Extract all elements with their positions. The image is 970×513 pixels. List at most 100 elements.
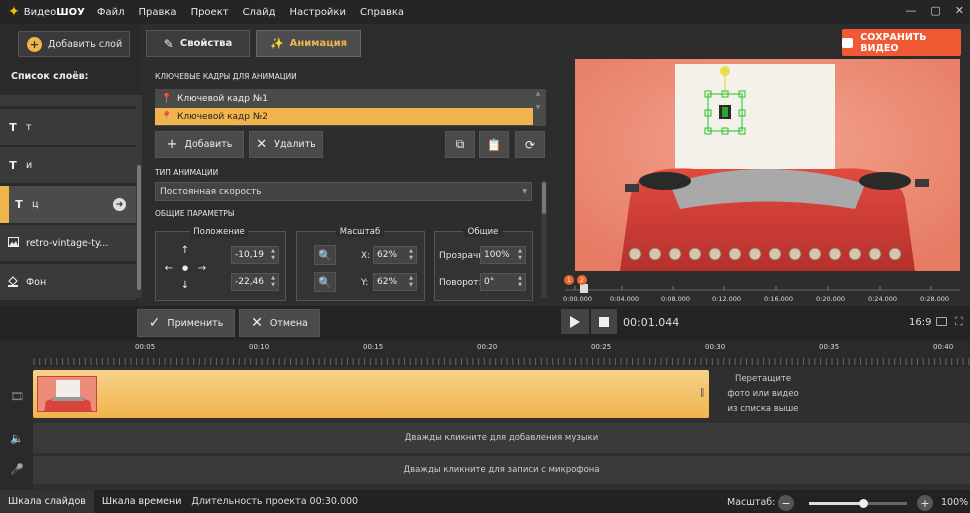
mic-track[interactable]: Дважды кликните для записи с микрофона <box>33 456 970 484</box>
menu-help[interactable]: Справка <box>360 7 404 18</box>
arrow-up-icon[interactable]: ↑ <box>178 243 192 257</box>
tab-animation-label: Анимация <box>289 38 348 49</box>
spinner-icon[interactable]: ▲ ▼ <box>409 248 413 262</box>
slide-thumbnail[interactable] <box>37 376 97 412</box>
timeline-ruler[interactable]: 00:05 00:10 00:15 00:20 00:25 00:30 00:3… <box>0 340 970 367</box>
anim-type-select[interactable]: Постоянная скорость ▼ <box>155 182 532 201</box>
tab-slide-scale[interactable]: Шкала слайдов <box>0 490 94 513</box>
arrow-down-icon[interactable]: ↓ <box>178 278 192 292</box>
speaker-icon: 🔈 <box>10 432 24 445</box>
clip-resize-handle[interactable]: ‖ <box>700 388 705 398</box>
spinner-icon[interactable]: ▲ ▼ <box>271 275 275 289</box>
arrow-left-icon[interactable]: ← <box>162 261 176 275</box>
zoom-in-button[interactable]: 🔍 <box>314 245 336 265</box>
zoom-slider-thumb[interactable] <box>858 499 868 508</box>
ruler-label: 00:10 <box>249 343 270 351</box>
pin-icon: 📍 <box>161 111 173 122</box>
scale-x-input[interactable]: 62% ▲ ▼ <box>373 246 417 264</box>
track-icons: 🎞 🔈 🎤 <box>0 367 33 490</box>
params-scrollbar[interactable] <box>541 180 547 298</box>
ruler-label: 00:20 <box>477 343 498 351</box>
tab-properties[interactable]: ✎ Свойства <box>146 30 250 57</box>
layer-label: Фон <box>26 276 47 288</box>
preview-scrub-bar[interactable]: 1 2 0:00.000 0:04.000 0:08.000 0:12.000 … <box>560 272 965 306</box>
scrub-time-label: 0:28.000 <box>920 295 950 303</box>
keyframe-item-1[interactable]: 📍 Ключевой кадр №1 <box>155 90 533 107</box>
zoom-out-icon: 🔍 <box>318 275 332 289</box>
delete-keyframe-button[interactable]: ✕ Удалить <box>249 131 323 158</box>
layer-item-ts[interactable]: T ц ➜ <box>0 186 136 224</box>
zoom-label: Масштаб: <box>727 497 776 508</box>
logo-icon: ✦ <box>8 4 20 20</box>
snapshot-icon[interactable] <box>936 317 947 326</box>
tab-time-scale[interactable]: Шкала времени <box>94 490 190 513</box>
aspect-ratio[interactable]: 16:9 <box>909 317 931 328</box>
keyframe-label: Ключевой кадр №1 <box>177 93 268 104</box>
maximize-icon[interactable]: ▢ <box>930 4 940 17</box>
plus-icon: + <box>166 137 178 152</box>
ruler-label: 00:15 <box>363 343 384 351</box>
zoom-out-button[interactable]: − <box>778 495 794 511</box>
swap-button[interactable]: ⟳ <box>515 131 545 158</box>
zoom-out-button[interactable]: 🔍 <box>314 272 336 292</box>
spinner-icon[interactable]: ▲ ▼ <box>409 275 413 289</box>
slide-clip[interactable] <box>33 370 709 418</box>
drop-hint-line: из списка выше <box>727 404 799 414</box>
menu-edit[interactable]: Правка <box>139 7 177 18</box>
menu-bar: ✦ ВидеоШОУ Файл Правка Проект Слайд Наст… <box>0 0 970 24</box>
zoom-slider[interactable] <box>809 499 907 508</box>
cancel-button[interactable]: ✕ Отмена <box>239 309 320 337</box>
add-layer-label: Добавить слой <box>48 38 123 50</box>
paste-icon: 📋 <box>486 137 502 152</box>
layer-item-t[interactable]: T т <box>0 109 136 146</box>
spinner-icon[interactable]: ▲ ▼ <box>518 248 522 262</box>
minimize-icon[interactable]: — <box>905 4 916 17</box>
apply-button[interactable]: ✓ Применить <box>137 309 235 337</box>
menu-settings[interactable]: Настройки <box>290 7 346 18</box>
layer-item-image[interactable]: retro-vintage-ty... <box>0 225 136 262</box>
video-preview[interactable] <box>575 59 960 271</box>
tab-animation[interactable]: ✨ Анимация <box>256 30 361 57</box>
arrow-right-icon[interactable]: ➜ <box>113 198 126 211</box>
general-title: Общие <box>463 227 503 237</box>
delete-keyframe-label: Удалить <box>274 139 316 150</box>
rotation-input[interactable]: 0° ▲ ▼ <box>480 273 526 291</box>
scrub-time-label: 0:12.000 <box>712 295 742 303</box>
layer-item-i[interactable]: T и <box>0 147 136 184</box>
keyframe-marker-1[interactable]: 1 <box>564 275 574 285</box>
copy-button[interactable]: ⧉ <box>445 131 475 158</box>
play-button[interactable] <box>561 309 589 334</box>
arrow-right-icon[interactable]: → <box>195 261 209 275</box>
stop-button[interactable] <box>591 309 617 334</box>
position-title: Положение <box>190 227 248 237</box>
add-layer-button[interactable]: + Добавить слой <box>18 31 130 57</box>
text-layer-icon: T <box>9 120 17 134</box>
keyframe-marker-2[interactable]: 2 <box>577 275 587 285</box>
keyframe-label: Ключевой кадр №2 <box>177 111 268 122</box>
keyframes-scrollbar[interactable]: ▲ ▼ <box>533 90 543 125</box>
layer-item-background[interactable]: Фон <box>0 264 136 301</box>
save-video-button[interactable]: СОХРАНИТЬ ВИДЕО <box>842 29 961 56</box>
add-keyframe-button[interactable]: + Добавить <box>155 131 244 158</box>
scrollbar-thumb[interactable] <box>542 182 546 214</box>
close-icon[interactable]: ✕ <box>955 4 964 17</box>
fullscreen-icon[interactable]: ⛶ <box>955 315 963 329</box>
paste-button[interactable]: 📋 <box>479 131 509 158</box>
music-track[interactable]: Дважды кликните для добавления музыки <box>33 423 970 453</box>
spinner-icon[interactable]: ▲ ▼ <box>518 275 522 289</box>
menu-slide[interactable]: Слайд <box>243 7 276 18</box>
layers-scrollbar[interactable] <box>136 95 142 298</box>
menu-project[interactable]: Проект <box>191 7 229 18</box>
spinner-icon[interactable]: ▲ ▼ <box>271 248 275 262</box>
scrollbar-thumb[interactable] <box>137 165 141 290</box>
scale-y-input[interactable]: 62% ▲ ▼ <box>373 273 417 291</box>
keyframe-item-2[interactable]: 📍 Ключевой кадр №2 <box>155 108 533 125</box>
center-icon[interactable]: ● <box>178 261 192 275</box>
opacity-input[interactable]: 100% ▲ ▼ <box>480 246 526 264</box>
position-y-input[interactable]: -22,46 ▲ ▼ <box>231 273 279 291</box>
scrub-time-label: 0:08.000 <box>661 295 691 303</box>
play-icon <box>570 315 580 328</box>
menu-file[interactable]: Файл <box>97 7 125 18</box>
position-x-input[interactable]: -10,19 ▲ ▼ <box>231 246 279 264</box>
zoom-in-button[interactable]: + <box>917 495 933 511</box>
